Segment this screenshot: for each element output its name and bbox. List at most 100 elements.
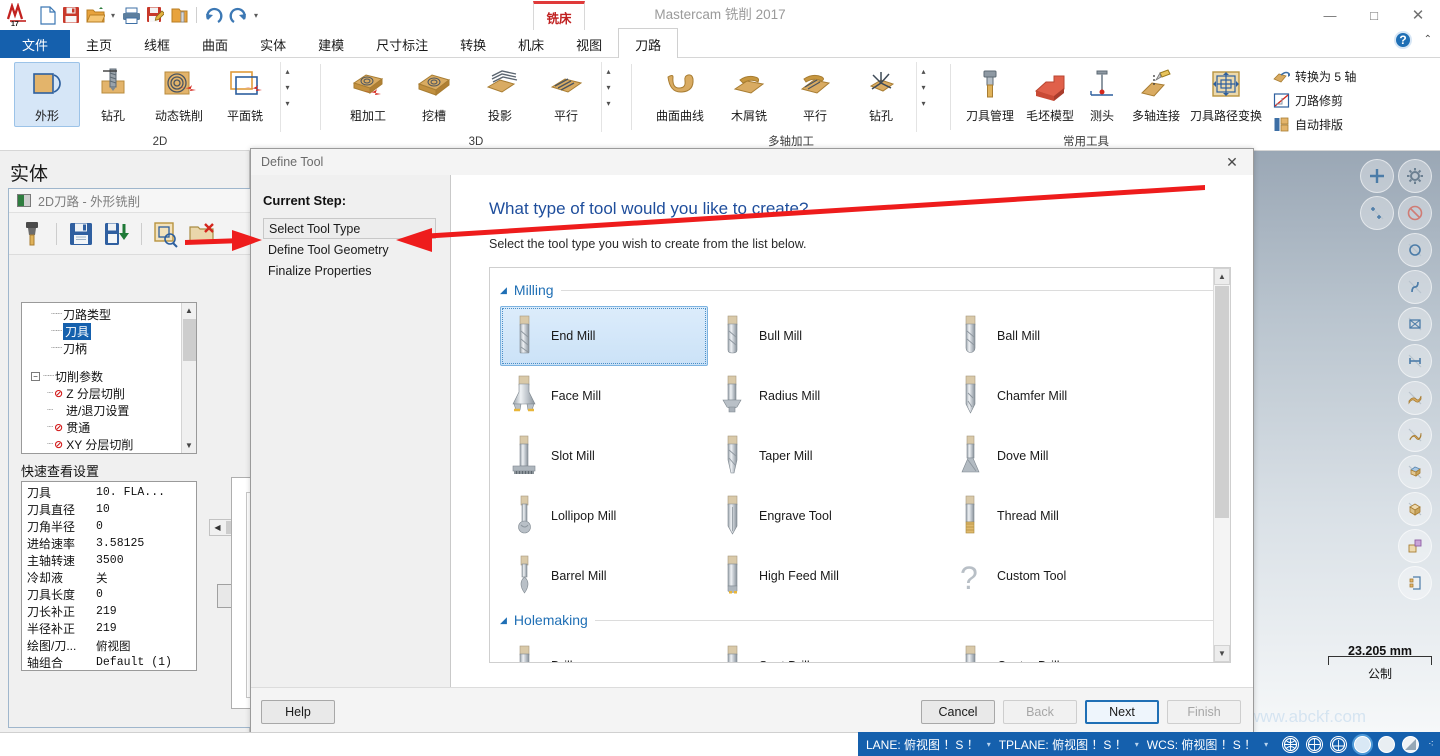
tool-option-slot-mill[interactable]: Slot Mill xyxy=(500,426,708,486)
tab-file[interactable]: 文件 xyxy=(0,30,71,58)
mesh-snap-icon[interactable] xyxy=(1398,529,1432,563)
tab-machine[interactable]: 机床 xyxy=(502,30,560,58)
tree-node[interactable]: ┈┈ 刀路类型 xyxy=(25,306,180,323)
tab-toolpath[interactable]: 刀路 xyxy=(618,28,679,58)
ribbon-button-multiaxis-link[interactable]: 多轴连接 xyxy=(1125,62,1187,127)
open-folder-icon[interactable] xyxy=(84,4,106,26)
tree-node[interactable]: ┈ ⊘ Z 分层切削 xyxy=(25,385,180,402)
delete-icon[interactable] xyxy=(187,219,217,249)
spline-snap-icon[interactable] xyxy=(1398,270,1432,304)
scroll-left-icon[interactable]: ◀ xyxy=(210,523,225,532)
ribbon-button-drill[interactable]: 钻孔 xyxy=(80,62,146,127)
tool-option-ball-mill[interactable]: Ball Mill xyxy=(946,306,1184,366)
point-snap-icon[interactable] xyxy=(1360,196,1394,230)
ribbon-button-rough[interactable]: 粗加工 xyxy=(335,62,401,127)
ribbon-button-drill-multiaxis[interactable]: 钻孔 xyxy=(848,62,914,127)
ribbon-button-probe[interactable]: 测头 xyxy=(1079,62,1125,127)
scroll-down-icon[interactable]: ▼ xyxy=(182,438,196,453)
graphics-viewport[interactable]: 23.205 mm 公制 xyxy=(1254,151,1440,732)
tree-collapse-icon[interactable]: − xyxy=(31,372,40,381)
globe-half-icon[interactable] xyxy=(1330,735,1348,753)
help-button[interactable]: Help xyxy=(261,699,335,724)
scroll-down-icon[interactable]: ▼ xyxy=(1214,645,1230,662)
tree-node[interactable]: ┈┈ 刀具 xyxy=(25,323,180,340)
scroll-down-icon[interactable]: ▾ xyxy=(602,80,616,95)
file-properties-icon[interactable] xyxy=(168,4,190,26)
save-import-icon[interactable] xyxy=(102,219,132,249)
cancel-button[interactable]: Cancel xyxy=(921,699,995,724)
ribbon-button-convert-5axis[interactable]: 转换为 5 轴 xyxy=(1269,65,1360,87)
tree-vertical-scrollbar[interactable]: ▲ ▼ xyxy=(181,303,196,453)
step-define-tool-geometry[interactable]: Define Tool Geometry xyxy=(263,239,436,260)
ribbon-button-parallel-multiaxis[interactable]: 平行 xyxy=(782,62,848,127)
ribbon-button-parallel-3d[interactable]: 平行 xyxy=(533,62,599,127)
tool-option-barrel-mill[interactable]: Barrel Mill xyxy=(500,546,708,606)
tab-wireframe[interactable]: 线框 xyxy=(128,30,186,58)
solid-face-snap-icon[interactable] xyxy=(1398,455,1432,489)
tree-node[interactable]: − ┈┈ 切削参数 xyxy=(25,368,180,385)
tool-option-drill[interactable]: Drill xyxy=(500,636,708,662)
globe-icon[interactable] xyxy=(1282,735,1300,753)
close-icon[interactable]: ✕ xyxy=(1217,151,1247,173)
globe-lat-icon[interactable] xyxy=(1306,735,1324,753)
scroll-up-icon[interactable]: ▴ xyxy=(281,64,295,79)
tool-type-list[interactable]: ◢ Milling End Mill Bull Mill Ball Mill F… xyxy=(489,267,1231,663)
scroll-up-icon[interactable]: ▲ xyxy=(182,303,196,318)
tree-node[interactable]: ┈ ⊘ 贯通 xyxy=(25,419,180,436)
settings-gear-icon[interactable] xyxy=(1398,159,1432,193)
tab-surface[interactable]: 曲面 xyxy=(186,30,244,58)
save-icon[interactable] xyxy=(66,219,96,249)
open-dropdown-caret-icon[interactable]: ▾ xyxy=(108,11,118,20)
redo-icon[interactable] xyxy=(227,4,249,26)
step-select-tool-type[interactable]: Select Tool Type xyxy=(263,218,436,239)
status-tplane[interactable]: TPLANE: 俯视图 ！S ！ xyxy=(999,736,1127,753)
ribbon-group-multiaxis-scroll[interactable]: ▴ ▾ ▾ xyxy=(916,62,930,132)
chevron-down-icon[interactable]: ▾ xyxy=(985,740,993,749)
surface-snap-icon[interactable] xyxy=(1398,381,1432,415)
no-snap-icon[interactable] xyxy=(1398,196,1432,230)
tool-option-lollipop-mill[interactable]: Lollipop Mill xyxy=(500,486,708,546)
ribbon-button-contour[interactable]: 外形 xyxy=(14,62,80,127)
chevron-down-icon[interactable]: ◢ xyxy=(500,615,507,626)
parameter-tree[interactable]: ┈┈ 刀路类型 ┈┈ 刀具 ┈┈ 刀柄 − ┈┈ 切削参数 ┈ ⊘ Z 分层切削 ┈ 进/退刀设… xyxy=(21,302,197,454)
tree-node[interactable]: +⊘毛头 xyxy=(25,453,180,454)
surface-alt-snap-icon[interactable] xyxy=(1398,418,1432,452)
step-finalize-properties[interactable]: Finalize Properties xyxy=(263,260,436,281)
ribbon-button-project[interactable]: 投影 xyxy=(467,62,533,127)
new-file-icon[interactable] xyxy=(36,4,58,26)
ribbon-group-3d-scroll[interactable]: ▴ ▾ ▾ xyxy=(601,62,615,132)
tree-node[interactable]: ┈ 进/退刀设置 xyxy=(25,402,180,419)
mill-machine-chip[interactable]: 铣床 xyxy=(533,1,585,30)
tree-node[interactable]: ┈ ⊘ XY 分层切削 xyxy=(25,436,180,453)
ribbon-button-toolpath-transform[interactable]: 刀具路径变换 xyxy=(1187,62,1265,127)
ribbon-button-pocket[interactable]: 挖槽 xyxy=(401,62,467,127)
print-icon[interactable] xyxy=(120,4,142,26)
quick-view-table[interactable]: 刀具 10. FLA... 刀具直径 10 刀角半径 0 进给速率 3.58125 主轴… xyxy=(21,481,197,671)
circle-snap-icon[interactable] xyxy=(1398,233,1432,267)
tree-node[interactable]: ┈┈ 刀柄 xyxy=(25,340,180,357)
chevron-down-icon[interactable]: ▾ xyxy=(1133,740,1141,749)
ribbon-button-surface-curve[interactable]: 曲面曲线 xyxy=(644,62,716,127)
minimize-button[interactable]: — xyxy=(1308,0,1352,30)
ribbon-button-stock-model[interactable]: 毛坯模型 xyxy=(1021,62,1079,127)
customize-qat-caret-icon[interactable]: ▾ xyxy=(251,11,261,20)
save-icon[interactable] xyxy=(60,4,82,26)
tool-option-face-mill[interactable]: Face Mill xyxy=(500,366,708,426)
solid-snap-icon[interactable] xyxy=(1398,492,1432,526)
tab-home[interactable]: 主页 xyxy=(70,30,128,58)
next-button[interactable]: Next xyxy=(1085,699,1159,724)
expand-gallery-icon[interactable]: ▾ xyxy=(281,96,295,111)
scroll-up-icon[interactable]: ▲ xyxy=(1214,268,1230,285)
tab-view[interactable]: 视图 xyxy=(560,30,618,58)
tool-list-scrollbar[interactable]: ▲ ▼ xyxy=(1213,268,1230,662)
tab-model[interactable]: 建模 xyxy=(302,30,360,58)
expand-gallery-icon[interactable]: ▾ xyxy=(917,96,931,111)
tool-option-dove-mill[interactable]: Dove Mill xyxy=(946,426,1184,486)
ribbon-button-auto-nest[interactable]: 自动排版 xyxy=(1269,113,1360,135)
tool-option-bull-mill[interactable]: Bull Mill xyxy=(708,306,946,366)
preview-icon[interactable] xyxy=(151,219,181,249)
ribbon-button-face-mill-2d[interactable]: 平面铣 xyxy=(212,62,278,127)
chevron-down-icon[interactable]: ▾ xyxy=(1262,740,1270,749)
add-entity-icon[interactable] xyxy=(1360,159,1394,193)
tool-option-thread-mill[interactable]: Thread Mill xyxy=(946,486,1184,546)
